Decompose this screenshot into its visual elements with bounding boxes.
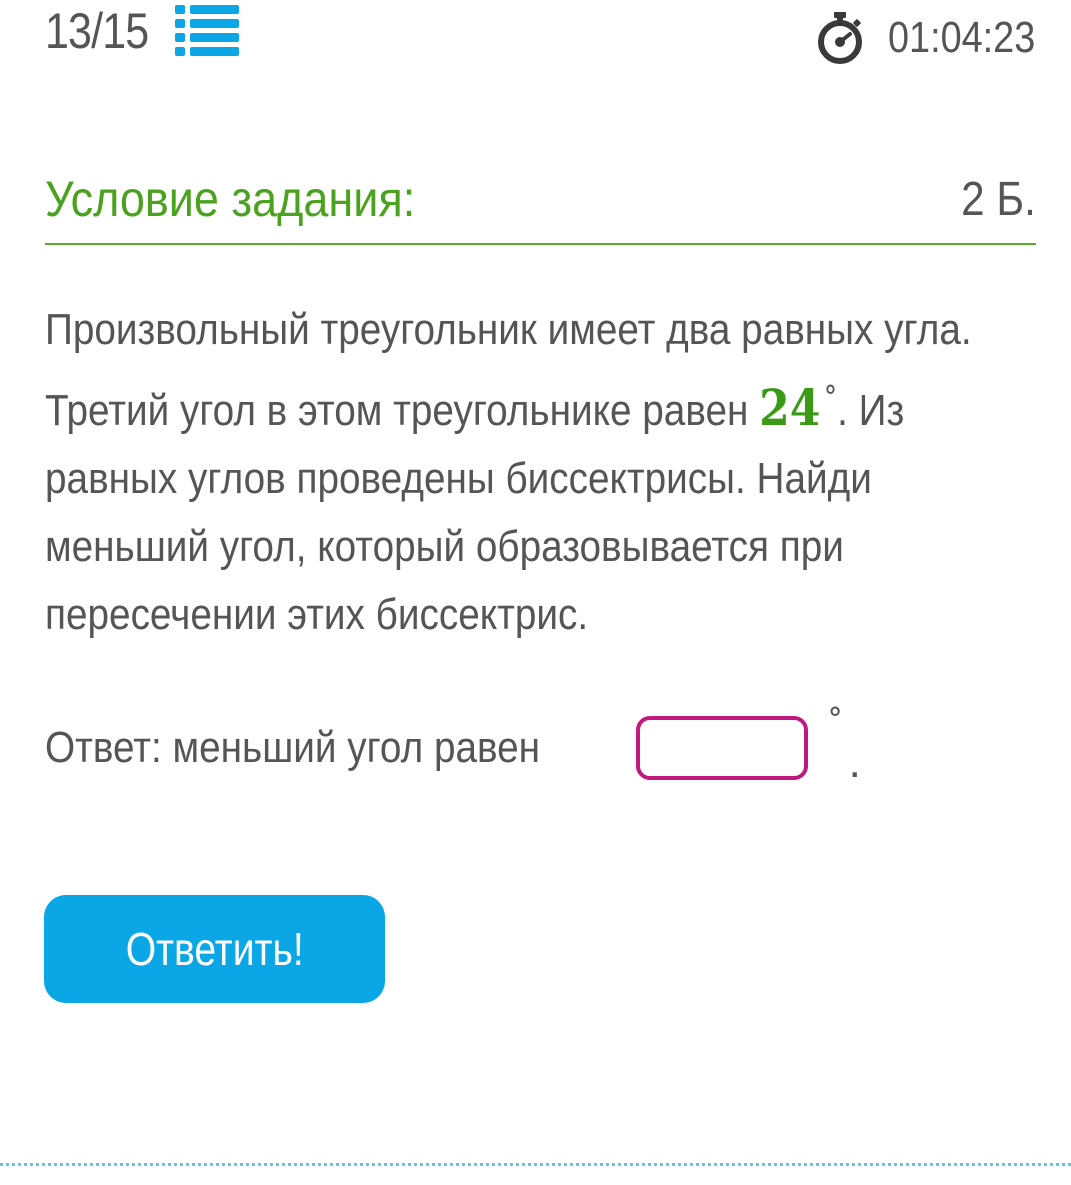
answer-row: Ответ: меньший угол равен ° . [45,702,861,788]
question-progress: 13/15 [45,0,240,62]
answer-degree: ° [827,702,843,737]
submit-answer-button[interactable]: Ответить! [44,895,385,1003]
task-points: 2 Б. [961,172,1036,226]
task-header: Условие задания: 2 Б. [45,155,1036,245]
answer-label: Ответ: меньший угол равен [45,723,541,772]
timer-value: 01:04:23 [887,13,1035,62]
progress-counter: 13/15 [45,3,149,59]
bottom-divider [0,1163,1071,1166]
angle-value: 24 [759,378,821,437]
task-title: Условие задания: [45,171,416,227]
problem-statement: Произвольный треугольник имеет два равны… [45,296,1013,649]
list-icon[interactable] [175,2,240,60]
answer-period: . [848,738,861,787]
submit-label: Ответить! [125,923,304,975]
stopwatch-icon [816,12,864,64]
timer: 01:04:23 [816,0,1035,76]
answer-input[interactable] [635,716,808,780]
problem-text-start: Произвольный треугольник имеет два равны… [45,305,972,435]
angle-degree: ° [823,380,838,415]
